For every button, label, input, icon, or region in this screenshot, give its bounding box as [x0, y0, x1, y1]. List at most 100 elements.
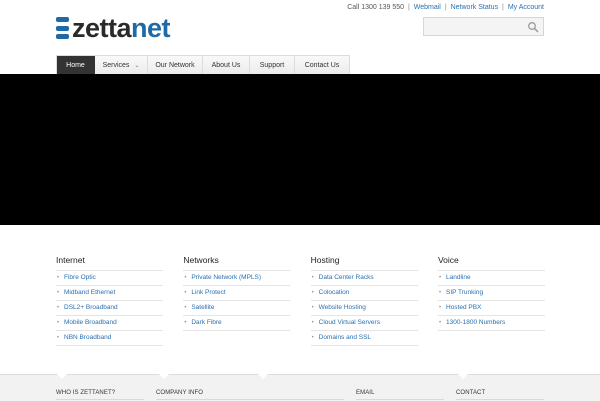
- brand-name-right: net: [131, 13, 171, 43]
- bullet-icon: •: [311, 275, 314, 281]
- bullet-icon: •: [57, 305, 60, 311]
- main-nav: Home Services ⌄ Our Network About Us Supp…: [56, 55, 350, 74]
- list-item-label: Domains and SSL: [318, 334, 372, 341]
- list-item[interactable]: • Satellite: [183, 301, 291, 316]
- list-item-label: DSL2+ Broadband: [64, 304, 118, 311]
- brand-logo[interactable]: zettanet: [56, 13, 171, 43]
- separator: |: [444, 4, 447, 11]
- list-item[interactable]: • Colocation: [310, 286, 418, 301]
- list-item-label: Cloud Virtual Servers: [318, 319, 380, 326]
- bullet-icon: •: [311, 335, 314, 341]
- bullet-icon: •: [438, 275, 442, 281]
- brand-name: zettanet: [72, 13, 171, 43]
- nav-contact-us-label: Contact Us: [304, 61, 340, 69]
- list-item-label: Hosted PBX: [445, 304, 482, 311]
- list-item-label: Midband Ethernet: [64, 289, 116, 296]
- nav-our-network[interactable]: Our Network: [148, 56, 203, 74]
- list-item-label: Colocation: [318, 289, 350, 296]
- bullet-icon: •: [438, 320, 442, 326]
- link-list: • Private Network (MPLS) • Link Protect • S…: [183, 270, 291, 331]
- footer-heading-email: EMAIL: [356, 390, 375, 396]
- bullet-icon: •: [57, 275, 60, 281]
- list-item-label: Link Protect: [191, 289, 226, 296]
- bullet-icon: •: [311, 305, 314, 311]
- list-item-label: SIP Trunking: [445, 289, 484, 296]
- footer-heading-contact: CONTACT: [456, 390, 486, 396]
- search-input[interactable]: [424, 21, 532, 38]
- list-item[interactable]: • Data Center Racks: [310, 271, 418, 286]
- bullet-icon: •: [311, 290, 314, 296]
- footer-notch: [57, 374, 67, 379]
- bullet-icon: •: [184, 305, 187, 311]
- link-list: • Fibre Optic • Midband Ethernet • DSL2+ Br…: [56, 270, 163, 346]
- footer-heading-company: COMPANY INFO: [156, 390, 203, 396]
- list-item-label: Private Network (MPLS): [191, 274, 262, 281]
- column-hosting: Hosting • Data Center Racks • Colocation •…: [310, 254, 418, 346]
- nav-about-us[interactable]: About Us: [203, 56, 250, 74]
- column-internet: Internet • Fibre Optic • Midband Ethernet …: [56, 254, 163, 346]
- list-item-label: Mobile Broadband: [64, 319, 117, 326]
- list-item[interactable]: • Fibre Optic: [56, 271, 163, 286]
- bullet-icon: •: [57, 290, 60, 296]
- list-item-label: NBN Broadband: [64, 334, 112, 341]
- top-links: Call 1300 139 550 | Webmail | Network St…: [347, 4, 544, 11]
- list-item[interactable]: • NBN Broadband: [56, 331, 163, 346]
- link-list: • Data Center Racks • Colocation • Website …: [310, 270, 418, 346]
- chevron-down-icon: ⌄: [134, 62, 140, 69]
- list-item[interactable]: • Midband Ethernet: [56, 286, 163, 301]
- footer-notch: [458, 374, 468, 379]
- bullet-icon: •: [311, 320, 314, 326]
- list-item[interactable]: • 1300-1800 Numbers: [437, 316, 545, 331]
- footer: WHO IS ZETTANET? COMPANY INFO EMAIL CONT…: [0, 374, 600, 401]
- list-item[interactable]: • DSL2+ Broadband: [56, 301, 163, 316]
- bullet-icon: •: [57, 320, 60, 326]
- bullet-icon: •: [184, 320, 187, 326]
- nav-services-label: Services: [102, 61, 130, 69]
- separator: |: [407, 4, 410, 11]
- nav-support-label: Support: [259, 61, 285, 69]
- separator: |: [502, 4, 504, 11]
- list-item-label: Fibre Optic: [64, 274, 96, 281]
- list-item[interactable]: • Private Network (MPLS): [183, 271, 291, 286]
- column-voice: Voice • Landline • SIP Trunking • Hosted PB…: [437, 254, 545, 346]
- column-title: Voice: [437, 255, 459, 265]
- phone-text: Call 1300 139 550: [347, 4, 405, 11]
- nav-contact-us[interactable]: Contact Us: [295, 56, 349, 74]
- nav-support[interactable]: Support: [250, 56, 295, 74]
- list-item[interactable]: • SIP Trunking: [437, 286, 545, 301]
- column-networks: Networks • Private Network (MPLS) • Link P…: [183, 254, 291, 346]
- hero-banner: [0, 74, 600, 225]
- stacked-bars-logo-icon: [56, 17, 69, 39]
- footer-notch: [258, 374, 268, 379]
- link-list: • Landline • SIP Trunking • Hosted PBX • 130…: [437, 270, 545, 331]
- list-item[interactable]: • Link Protect: [183, 286, 291, 301]
- column-title: Internet: [56, 255, 85, 265]
- bullet-icon: •: [438, 290, 442, 296]
- column-title: Networks: [183, 255, 219, 265]
- list-item[interactable]: • Hosted PBX: [437, 301, 545, 316]
- list-item[interactable]: • Mobile Broadband: [56, 316, 163, 331]
- my-account-link[interactable]: My Account: [508, 4, 544, 11]
- list-item-label: Website Hosting: [318, 304, 366, 311]
- list-item-label: Data Center Racks: [318, 274, 374, 281]
- footer-notch: [159, 374, 169, 379]
- list-item[interactable]: • Domains and SSL: [310, 331, 418, 346]
- brand-name-left: zetta: [72, 13, 132, 43]
- network-status-link[interactable]: Network Status: [451, 4, 498, 11]
- list-item[interactable]: • Dark Fibre: [183, 316, 291, 331]
- footer-heading-who: WHO IS ZETTANET?: [56, 390, 116, 396]
- nav-home[interactable]: Home: [57, 56, 95, 74]
- list-item[interactable]: • Website Hosting: [310, 301, 418, 316]
- services-columns: Internet • Fibre Optic • Midband Ethernet …: [56, 254, 545, 346]
- list-item-label: Dark Fibre: [191, 319, 222, 326]
- search-icon[interactable]: [527, 21, 539, 33]
- bullet-icon: •: [438, 305, 442, 311]
- list-item-label: Satellite: [191, 304, 215, 311]
- search-box: [423, 17, 544, 38]
- list-item[interactable]: • Cloud Virtual Servers: [310, 316, 418, 331]
- nav-services[interactable]: Services ⌄: [95, 56, 148, 74]
- webmail-link[interactable]: Webmail: [414, 4, 441, 11]
- list-item-label: Landline: [445, 274, 471, 281]
- bullet-icon: •: [57, 335, 60, 341]
- list-item[interactable]: • Landline: [437, 271, 545, 286]
